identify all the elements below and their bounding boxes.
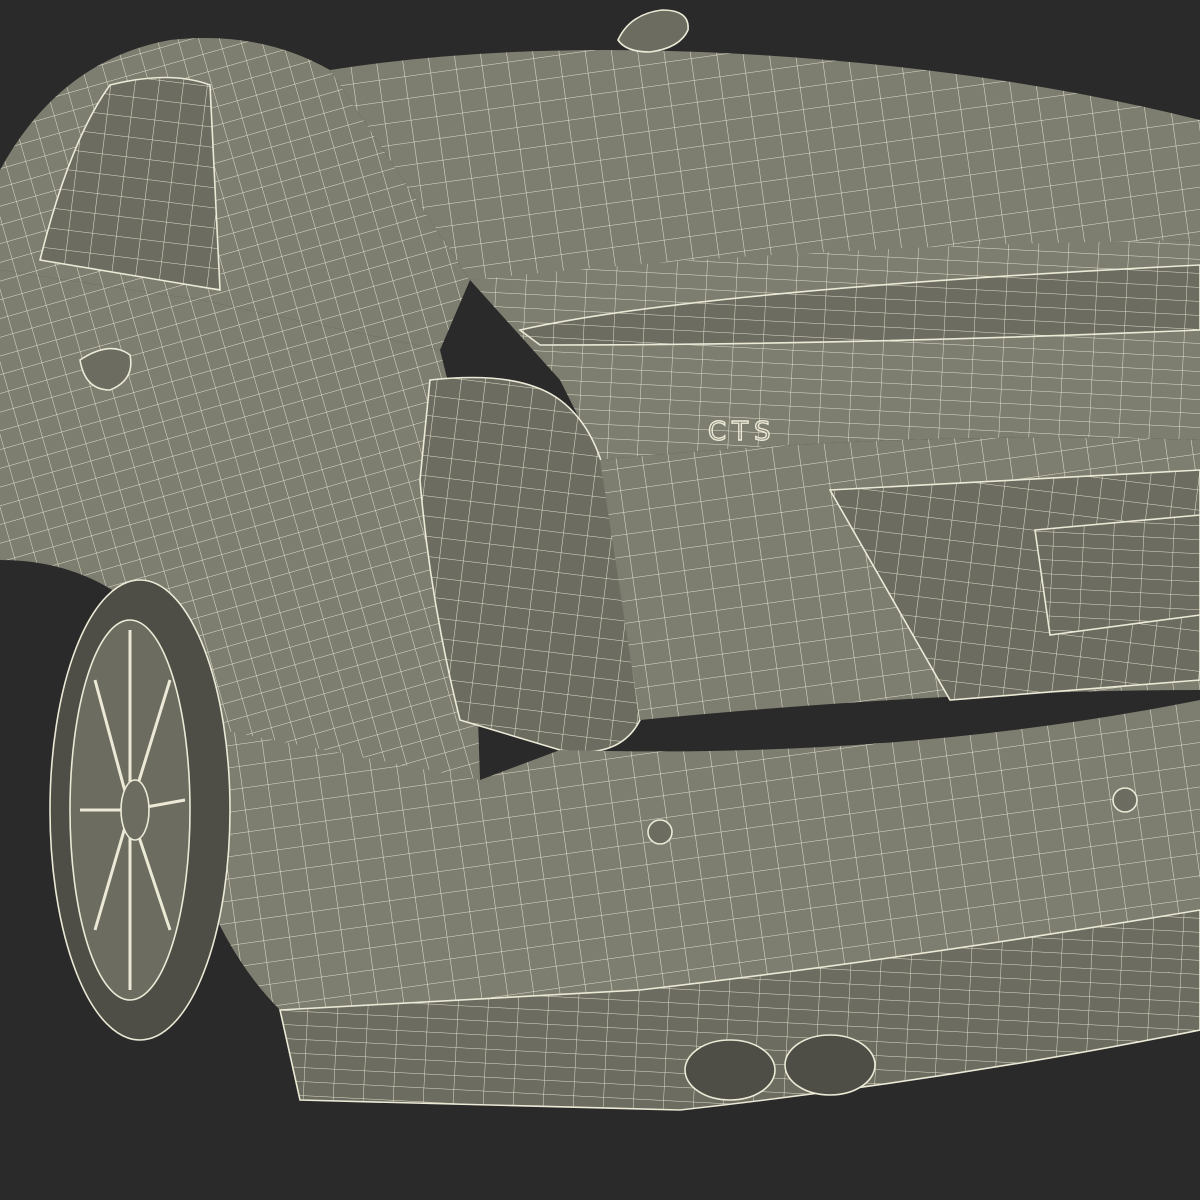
rear-wheel	[49, 579, 231, 1041]
exhaust-tip-left	[684, 1039, 776, 1101]
wheel-hub	[120, 779, 150, 841]
license-plate	[1034, 514, 1200, 636]
parking-sensor-right	[1112, 787, 1138, 813]
wireframe-render-viewport: CTS	[0, 0, 1200, 1200]
exhaust-tip-right	[784, 1034, 876, 1096]
car-wireframe-scene: CTS	[0, 0, 1200, 1200]
model-badge: CTS	[708, 417, 777, 447]
parking-sensor-left	[647, 819, 673, 845]
